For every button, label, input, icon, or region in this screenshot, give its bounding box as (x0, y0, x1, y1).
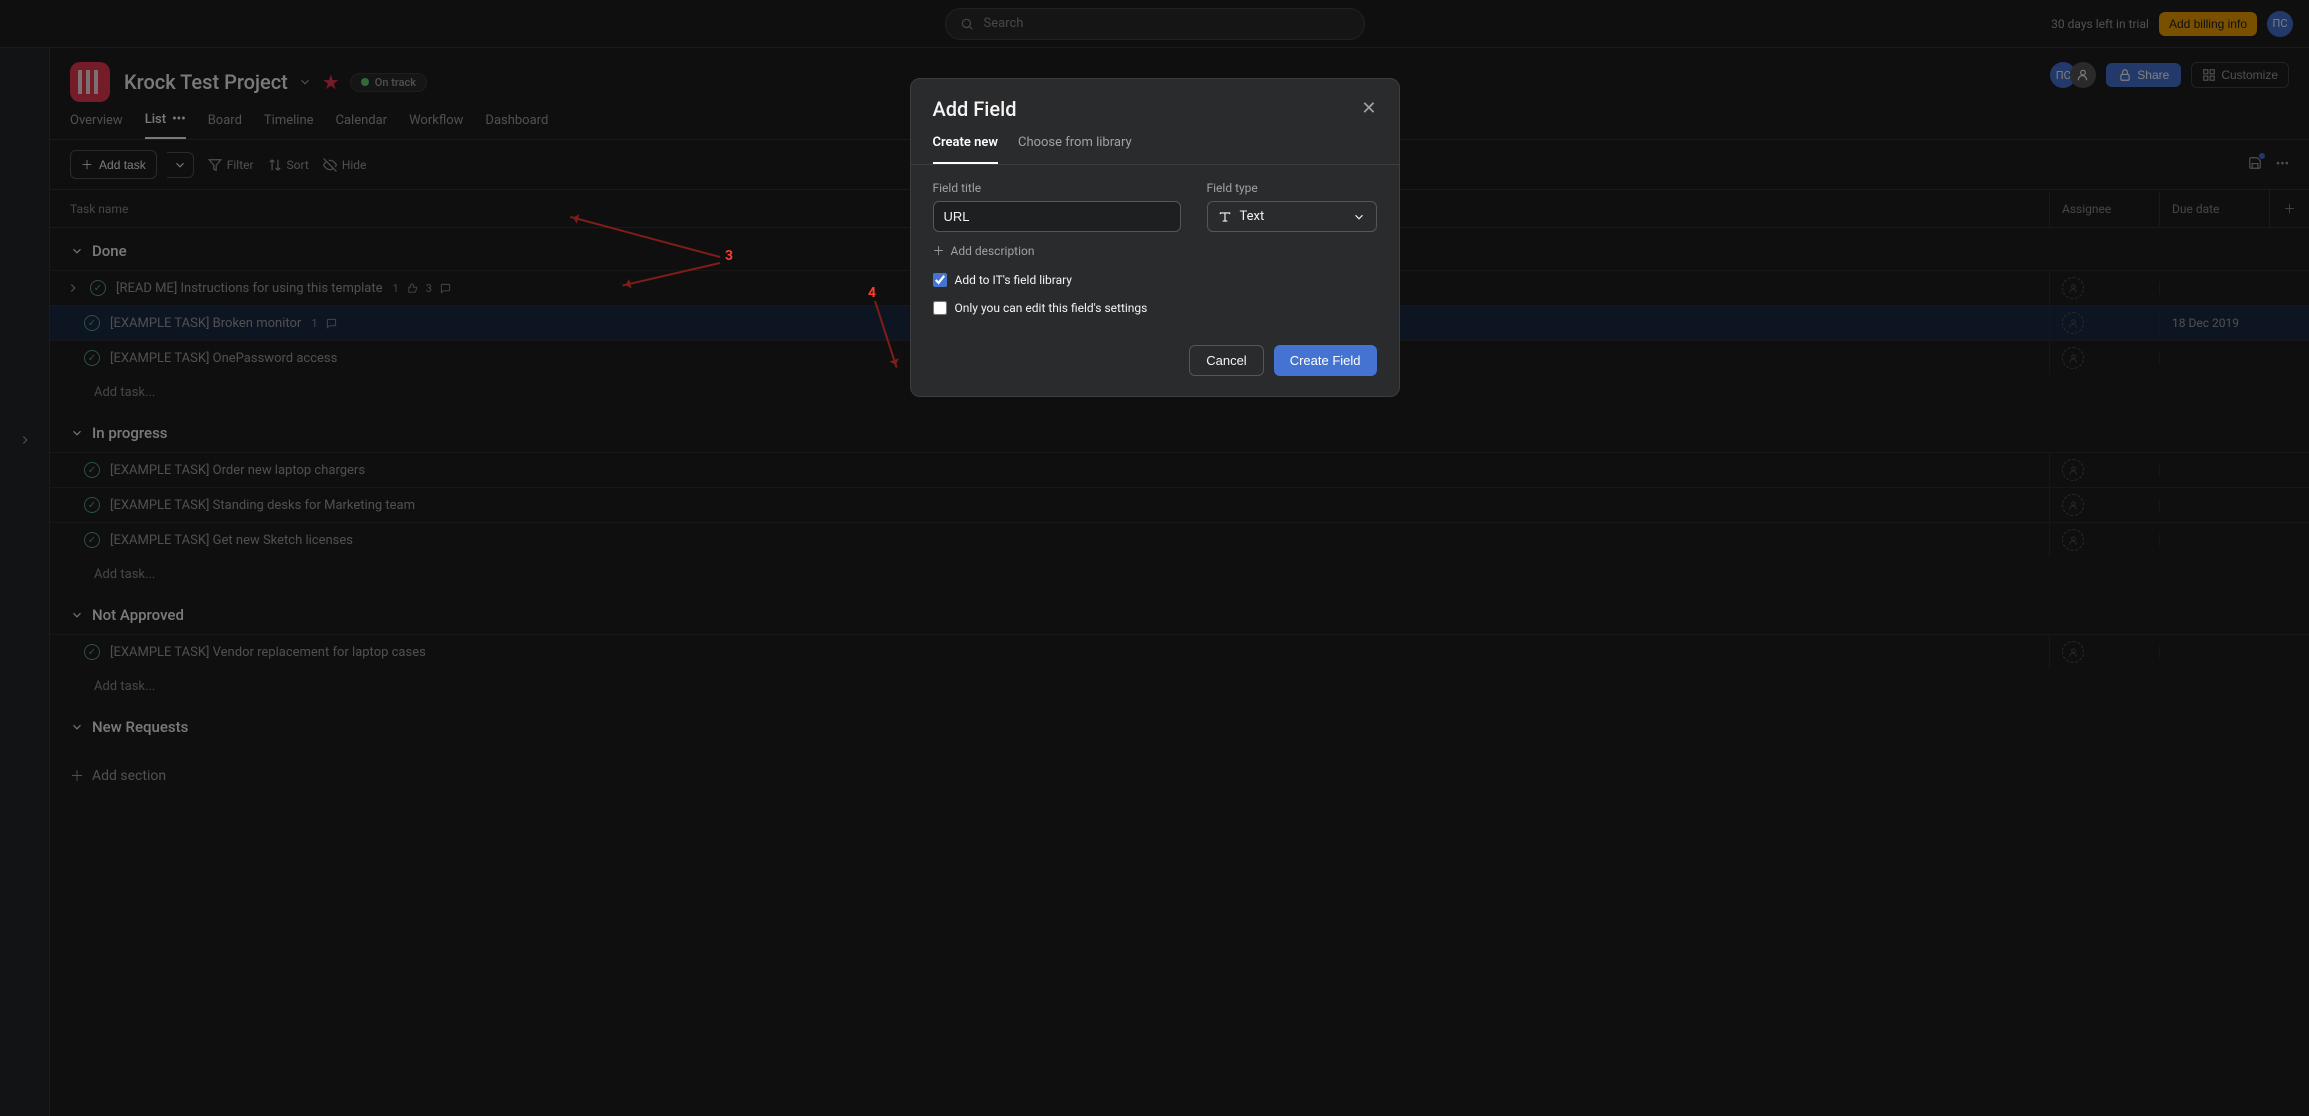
field-type-value: Text (1240, 209, 1265, 224)
annotation-3: 3 (725, 248, 733, 264)
modal-tabs: Create new Choose from library (911, 121, 1399, 165)
field-type-select[interactable]: Text (1207, 201, 1377, 232)
close-button[interactable]: ✕ (1361, 100, 1376, 118)
add-field-modal: Add Field ✕ Create new Choose from libra… (910, 78, 1400, 397)
chevron-down-icon (1352, 210, 1366, 224)
field-type-label: Field type (1207, 181, 1377, 195)
tab-create-new[interactable]: Create new (933, 135, 998, 164)
checkbox-input[interactable] (933, 301, 947, 315)
create-field-button[interactable]: Create Field (1274, 345, 1377, 376)
add-description-button[interactable]: ＋ Add description (933, 242, 1377, 259)
field-title-input[interactable] (933, 201, 1181, 232)
tab-choose-library[interactable]: Choose from library (1018, 135, 1132, 164)
only-you-checkbox[interactable]: Only you can edit this field's settings (933, 301, 1377, 315)
cancel-button[interactable]: Cancel (1189, 345, 1263, 376)
annotation-4: 4 (868, 285, 876, 301)
add-description-label: Add description (951, 244, 1035, 258)
checkbox-input[interactable] (933, 273, 947, 287)
plus-icon: ＋ (933, 242, 945, 259)
text-type-icon (1218, 210, 1232, 224)
add-to-library-checkbox[interactable]: Add to IT's field library (933, 273, 1377, 287)
add-to-library-label: Add to IT's field library (955, 273, 1072, 287)
field-title-label: Field title (933, 181, 1181, 195)
only-you-label: Only you can edit this field's settings (955, 301, 1148, 315)
modal-title: Add Field (933, 97, 1017, 121)
